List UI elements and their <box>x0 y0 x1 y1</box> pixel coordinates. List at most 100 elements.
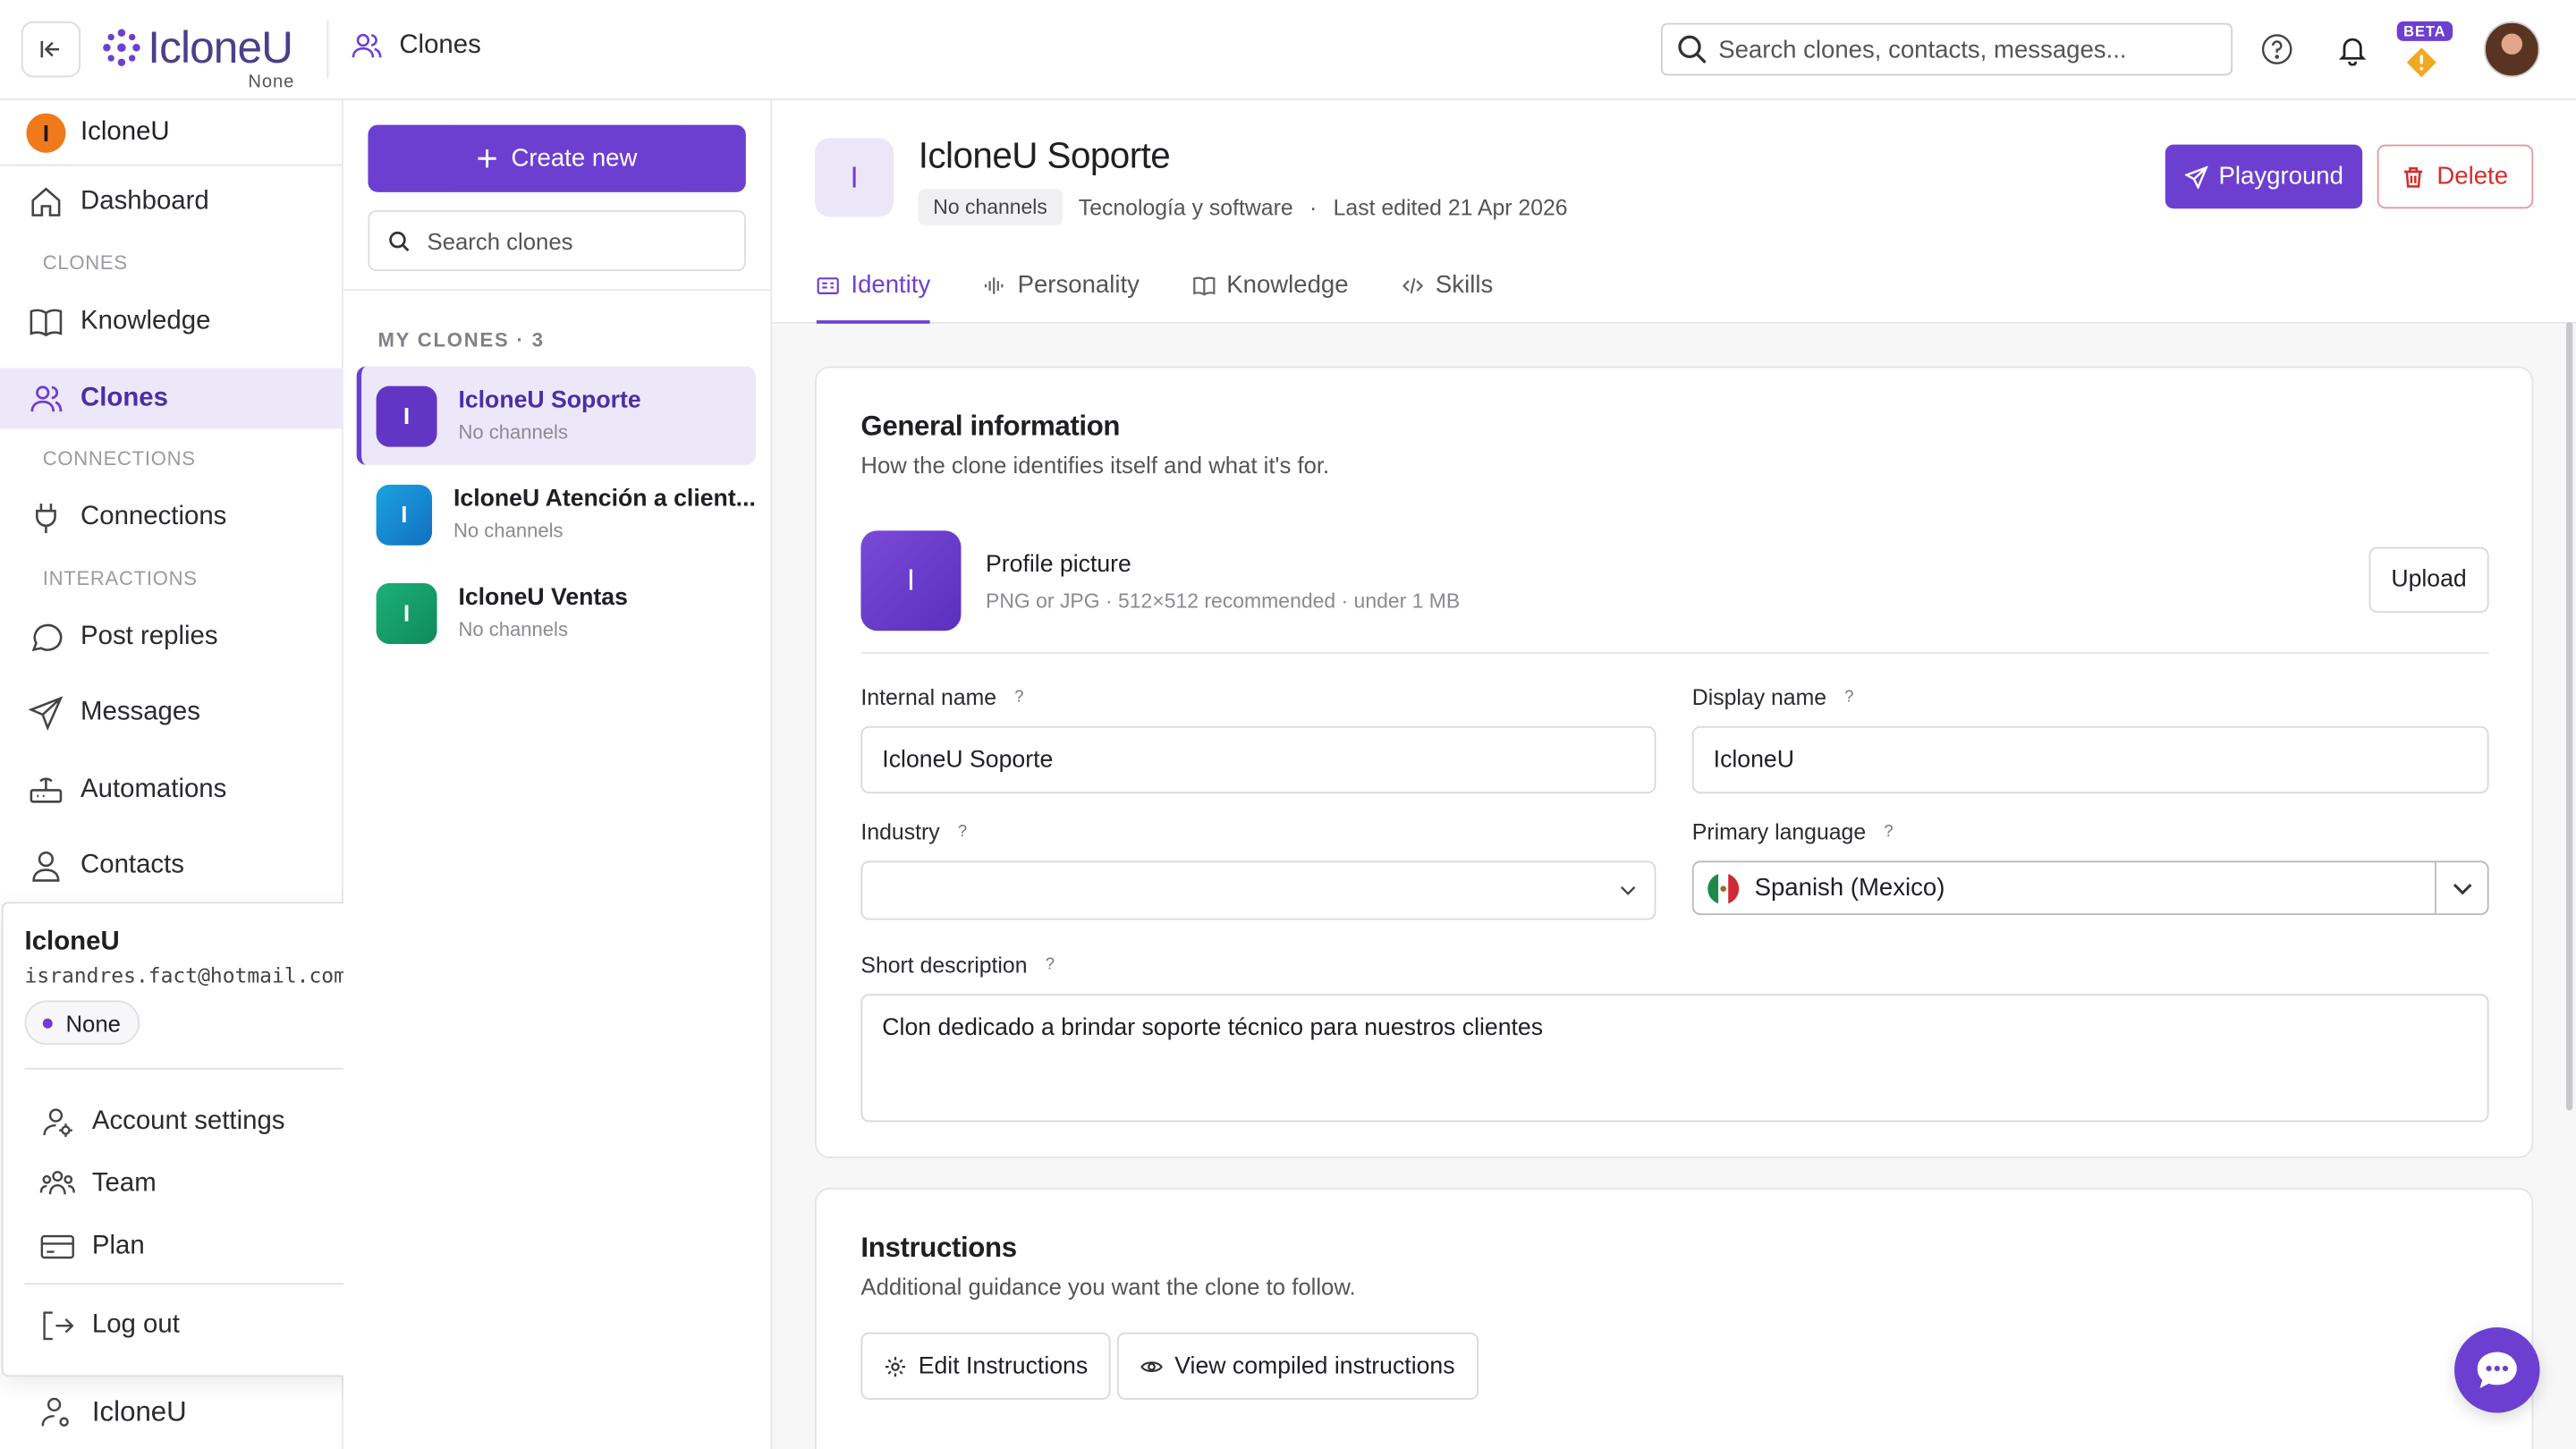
sidebar-item-knowledge[interactable]: Knowledge <box>0 291 343 352</box>
tab-label: Personality <box>1017 271 1140 300</box>
menu-item-log-out[interactable]: Log out <box>39 1308 180 1343</box>
search-icon <box>1678 35 1707 64</box>
sidebar-item-messages[interactable]: Messages <box>0 682 343 742</box>
create-clone-button[interactable]: Create new <box>368 124 746 192</box>
field-label-text: Display name <box>1691 684 1827 710</box>
tab-identity[interactable]: Identity <box>816 271 931 324</box>
collapse-sidebar-button[interactable] <box>21 21 80 78</box>
user-menu: IcloneU israndres.fact@hotmail.com None … <box>1 902 380 1377</box>
delete-button[interactable]: Delete <box>2377 144 2534 209</box>
upload-button[interactable]: Upload <box>2368 547 2489 614</box>
clone-name: IcloneU Soporte <box>458 387 641 414</box>
industry-select[interactable] <box>860 860 1657 920</box>
tab-personality[interactable]: Personality <box>983 271 1140 324</box>
my-clones-header: MY CLONES · 3 <box>377 328 545 352</box>
chevron-down-icon <box>1620 886 1636 895</box>
channels-chip: No channels <box>918 189 1063 225</box>
id-card-icon <box>817 277 839 294</box>
tab-knowledge[interactable]: Knowledge <box>1192 271 1349 324</box>
collapse-icon <box>40 40 60 58</box>
view-compiled-instructions-button[interactable]: View compiled instructions <box>1116 1332 1479 1400</box>
logo-text: IcloneU <box>148 21 293 72</box>
sidebar-item-label: Dashboard <box>80 186 209 215</box>
menu-item-account-settings[interactable]: Account settings <box>39 1104 284 1140</box>
language-dropdown-toggle[interactable] <box>2434 862 2487 914</box>
org-switcher[interactable]: I IcloneU <box>0 100 343 166</box>
clone-channels: No channels <box>458 420 568 444</box>
meta-separator: · <box>1309 194 1318 220</box>
playground-button[interactable]: Playground <box>2165 144 2363 209</box>
tab-skills[interactable]: Skills <box>1401 271 1493 324</box>
notifications-button[interactable] <box>2329 26 2375 72</box>
users-icon <box>352 33 382 58</box>
global-search-input[interactable] <box>1718 35 2212 64</box>
clone-avatar: I <box>376 385 437 446</box>
app-logo[interactable]: IcloneU <box>102 21 293 74</box>
sidebar-user-name: IcloneU <box>91 1396 187 1428</box>
help-mark[interactable]: ? <box>1014 689 1023 707</box>
sidebar-item-connections[interactable]: Connections <box>0 487 343 547</box>
chat-bubble-icon <box>31 623 63 651</box>
sidebar-item-label: Clones <box>80 383 168 412</box>
breadcrumb: Clones <box>350 30 481 63</box>
user-menu-name: IcloneU <box>24 928 120 956</box>
main-scrollbar[interactable] <box>2565 321 2573 1111</box>
internal-name-label: Internal name? <box>860 685 1023 710</box>
menu-item-label: Log out <box>91 1310 180 1339</box>
beta-badge: BETA <box>2396 21 2453 41</box>
chat-support-button[interactable] <box>2454 1327 2540 1413</box>
sidebar-item-post-replies[interactable]: Post replies <box>0 606 343 667</box>
primary-language-select[interactable]: Spanish (Mexico) <box>1691 860 2489 916</box>
plan-badge-dot <box>42 1017 53 1028</box>
input-value: IcloneU <box>1713 746 1794 774</box>
help-mark[interactable]: ? <box>958 823 967 841</box>
edit-instructions-button[interactable]: Edit Instructions <box>860 1332 1111 1400</box>
tab-label: Skills <box>1435 271 1494 300</box>
user-menu-email: israndres.fact@hotmail.com <box>24 962 346 987</box>
plug-icon <box>36 503 56 533</box>
sidebar-item-automations[interactable]: Automations <box>0 759 343 820</box>
book-icon <box>30 308 63 336</box>
user-avatar[interactable] <box>2484 21 2540 78</box>
profile-picture-title: Profile picture <box>986 552 1131 579</box>
clone-name: IcloneU Atención a client... <box>453 486 756 513</box>
code-icon <box>1402 278 1423 294</box>
profile-picture-avatar: I <box>860 530 962 631</box>
display-name-label: Display name? <box>1692 685 1854 710</box>
tab-bar: Identity Personality Knowledge Skills <box>816 271 1493 324</box>
help-mark[interactable]: ? <box>1046 956 1055 974</box>
beta-warning-button[interactable] <box>2399 39 2445 85</box>
short-description-textarea[interactable]: Clon dedicado a brindar soporte técnico … <box>860 994 2489 1123</box>
sidebar-user-trigger[interactable]: IcloneU <box>39 1394 187 1430</box>
button-label: Edit Instructions <box>918 1352 1089 1379</box>
sidebar-item-dashboard[interactable]: Dashboard <box>0 171 343 232</box>
help-mark[interactable]: ? <box>1884 823 1893 841</box>
field-label-text: Industry <box>860 819 940 845</box>
textarea-value: Clon dedicado a brindar soporte técnico … <box>882 1015 1544 1042</box>
org-name: IcloneU <box>80 117 170 146</box>
display-name-input[interactable]: IcloneU <box>1691 725 2489 794</box>
clone-list-item[interactable]: I IcloneU Ventas No channels <box>357 564 756 662</box>
clone-list-item[interactable]: I IcloneU Atención a client... No channe… <box>357 465 756 564</box>
users-icon <box>30 385 63 411</box>
general-title: General information <box>860 411 1121 443</box>
menu-item-team[interactable]: Team <box>39 1166 157 1202</box>
clone-search-input[interactable] <box>427 227 724 254</box>
log-out-icon <box>43 1311 74 1341</box>
menu-item-plan[interactable]: Plan <box>39 1229 145 1265</box>
global-search[interactable] <box>1660 22 2233 76</box>
sidebar-item-clones[interactable]: Clones <box>0 368 343 429</box>
help-mark[interactable]: ? <box>1844 689 1853 707</box>
clone-search[interactable] <box>368 210 746 272</box>
clone-list-item[interactable]: I IcloneU Soporte No channels <box>356 366 756 465</box>
chat-icon <box>2477 1352 2517 1389</box>
clone-header: I IcloneU Soporte No channels Tecnología… <box>772 100 2576 324</box>
clone-avatar: I <box>376 582 437 644</box>
sidebar-item-contacts[interactable]: Contacts <box>0 835 343 895</box>
menu-divider <box>24 1067 362 1070</box>
logo-mark-icon <box>103 29 140 67</box>
profile-picture-hint: PNG or JPG · 512×512 recommended · under… <box>986 589 1461 614</box>
help-button[interactable] <box>2254 26 2300 72</box>
internal-name-input[interactable]: IcloneU Soporte <box>860 725 1657 794</box>
page-title: IcloneU Soporte <box>918 134 1171 176</box>
